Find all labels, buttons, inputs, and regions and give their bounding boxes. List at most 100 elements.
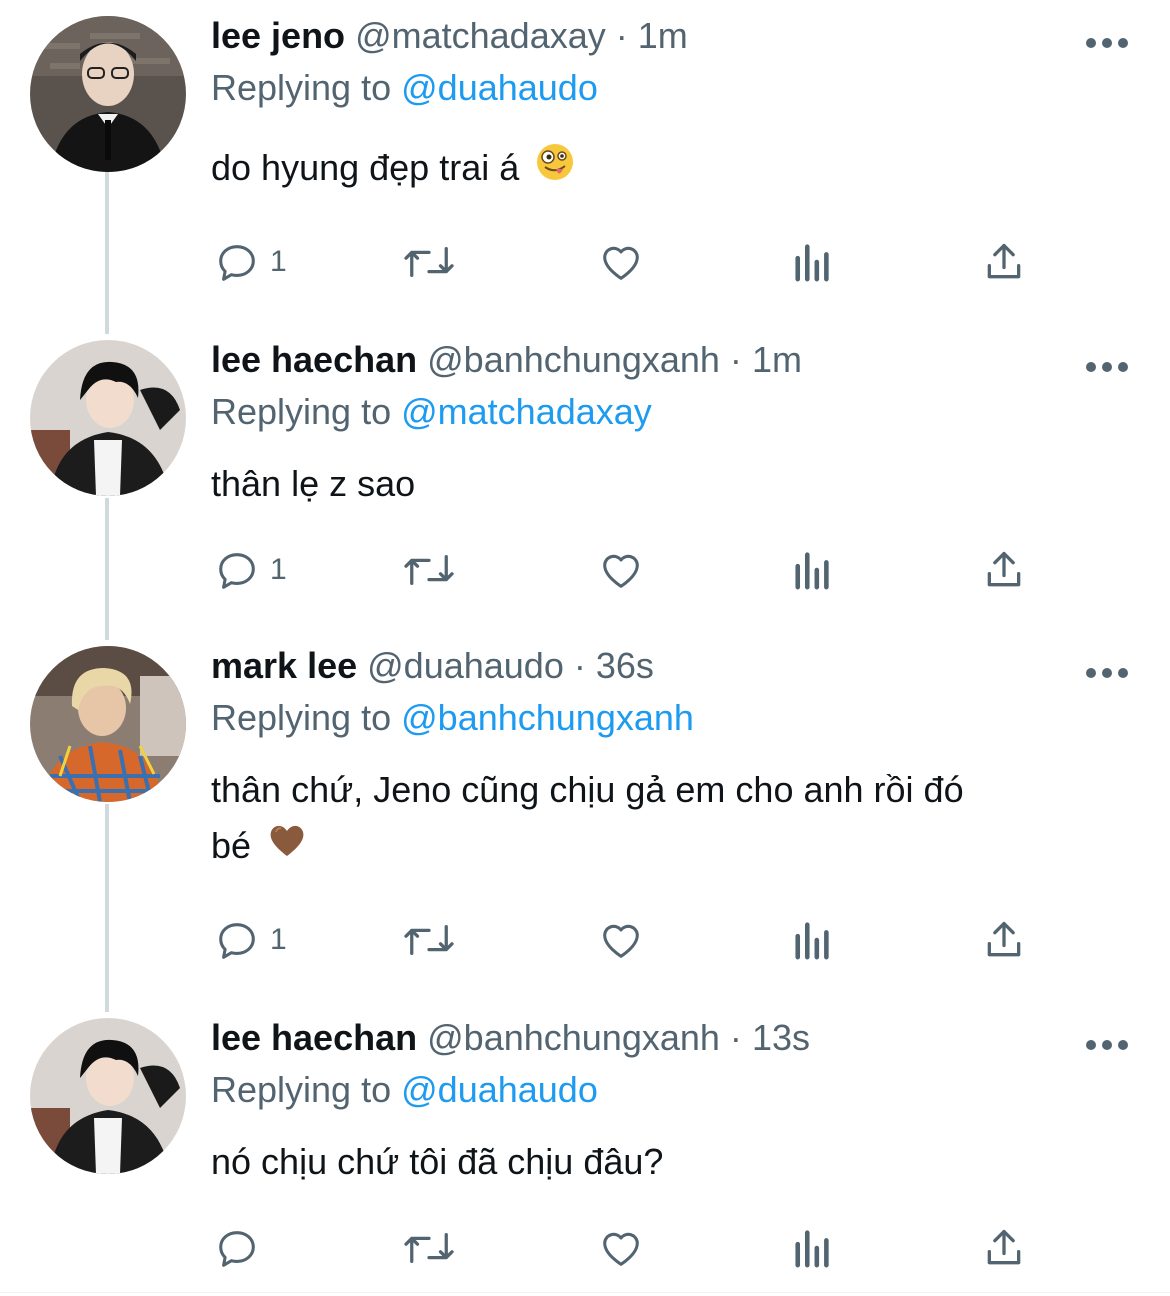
- replying-prefix: Replying to: [211, 391, 392, 432]
- avatar[interactable]: [30, 340, 186, 496]
- like-icon: [603, 554, 639, 588]
- like-button[interactable]: [597, 1218, 645, 1278]
- tweet-text-content: nó chịu chứ tôi đã chịu đâu?: [211, 1141, 664, 1182]
- tweet-header: lee jeno @matchadaxay · 1m: [211, 14, 688, 58]
- tweet-actions: 1: [0, 540, 1170, 600]
- tweet-actions: [0, 1218, 1170, 1278]
- share-button[interactable]: [982, 232, 1026, 292]
- views-icon: [795, 1230, 829, 1268]
- reply-to-handle[interactable]: @duahaudo: [401, 1069, 598, 1110]
- avatar-image: [30, 646, 186, 802]
- tweet-text-line: bé: [211, 818, 1111, 876]
- retweet-button[interactable]: [402, 1218, 456, 1278]
- tweet-header: lee haechan @banhchungxanh · 13s: [211, 1016, 810, 1060]
- reply-icon: [219, 923, 255, 959]
- retweet-icon: [404, 554, 454, 586]
- reply-icon: [219, 553, 255, 589]
- reply-count: 1: [270, 245, 287, 278]
- retweet-button[interactable]: [402, 232, 456, 292]
- user-handle[interactable]: @matchadaxay: [355, 15, 606, 56]
- like-button[interactable]: [597, 232, 645, 292]
- reply-button[interactable]: 1: [214, 540, 287, 600]
- share-button[interactable]: [982, 540, 1026, 600]
- separator-dot: ·: [729, 1017, 742, 1058]
- more-icon[interactable]: [1086, 1040, 1128, 1052]
- reply-icon: [219, 1231, 255, 1267]
- share-icon: [987, 551, 1021, 587]
- timestamp[interactable]: 36s: [596, 645, 654, 686]
- retweet-icon: [404, 924, 454, 956]
- views-icon: [795, 922, 829, 960]
- timestamp[interactable]: 1m: [752, 339, 802, 380]
- share-icon: [987, 243, 1021, 279]
- more-icon[interactable]: [1086, 38, 1128, 50]
- replying-to: Replying to @duahaudo: [211, 66, 598, 110]
- replying-prefix: Replying to: [211, 697, 392, 738]
- more-icon[interactable]: [1086, 668, 1128, 680]
- views-button[interactable]: [792, 540, 834, 600]
- display-name[interactable]: lee jeno: [211, 15, 345, 56]
- tweet-text-line: thân chứ, Jeno cũng chịu gả em cho anh r…: [211, 769, 964, 810]
- avatar[interactable]: [30, 1018, 186, 1174]
- share-button[interactable]: [982, 1218, 1026, 1278]
- replying-to: Replying to @banhchungxanh: [211, 696, 694, 740]
- retweet-icon: [404, 1232, 454, 1264]
- views-icon: [795, 244, 829, 282]
- tweet-text: thân chứ, Jeno cũng chịu gả em cho anh r…: [211, 762, 1111, 876]
- retweet-icon: [404, 246, 454, 278]
- views-button[interactable]: [792, 1218, 834, 1278]
- retweet-button[interactable]: [402, 910, 456, 970]
- tweet-text: do hyung đẹp trai á: [211, 140, 1111, 198]
- replying-prefix: Replying to: [211, 67, 392, 108]
- display-name[interactable]: mark lee: [211, 645, 357, 686]
- retweet-button[interactable]: [402, 540, 456, 600]
- share-button[interactable]: [982, 910, 1026, 970]
- avatar-image: [30, 16, 186, 172]
- like-button[interactable]: [597, 910, 645, 970]
- like-button[interactable]: [597, 540, 645, 600]
- avatar[interactable]: [30, 646, 186, 802]
- tweet-header: lee haechan @banhchungxanh · 1m: [211, 338, 802, 382]
- thread-line: [105, 804, 109, 1012]
- avatar-image: [30, 1018, 186, 1174]
- timestamp[interactable]: 1m: [638, 15, 688, 56]
- reply-to-handle[interactable]: @matchadaxay: [401, 391, 652, 432]
- views-button[interactable]: [792, 910, 834, 970]
- like-icon: [603, 246, 639, 280]
- tweet-text-content: bé: [211, 825, 252, 866]
- reply-to-handle[interactable]: @banhchungxanh: [401, 697, 694, 738]
- divider: [0, 1292, 1170, 1293]
- tweet-text: thân lẹ z sao: [211, 456, 1111, 512]
- reply-to-handle[interactable]: @duahaudo: [401, 67, 598, 108]
- share-icon: [987, 1229, 1021, 1265]
- reply-count: 1: [270, 923, 287, 956]
- like-icon: [603, 924, 639, 958]
- reply-button[interactable]: 1: [214, 232, 287, 292]
- display-name[interactable]: lee haechan: [211, 339, 417, 380]
- reply-button[interactable]: 1: [214, 910, 287, 970]
- brown-heart-emoji: [267, 820, 307, 876]
- share-icon: [987, 921, 1021, 957]
- avatar[interactable]: [30, 16, 186, 172]
- tweet-text-content: do hyung đẹp trai á: [211, 147, 520, 188]
- views-icon: [795, 552, 829, 590]
- user-handle[interactable]: @banhchungxanh: [427, 339, 720, 380]
- timestamp[interactable]: 13s: [752, 1017, 810, 1058]
- like-icon: [603, 1232, 639, 1266]
- separator-dot: ·: [729, 339, 742, 380]
- tweet-actions: 1: [0, 232, 1170, 292]
- more-icon[interactable]: [1086, 362, 1128, 374]
- reply-button[interactable]: [214, 1218, 270, 1278]
- separator-dot: ·: [615, 15, 628, 56]
- display-name[interactable]: lee haechan: [211, 1017, 417, 1058]
- user-handle[interactable]: @duahaudo: [367, 645, 564, 686]
- avatar-image: [30, 340, 186, 496]
- replying-prefix: Replying to: [211, 1069, 392, 1110]
- separator-dot: ·: [573, 645, 586, 686]
- user-handle[interactable]: @banhchungxanh: [427, 1017, 720, 1058]
- views-button[interactable]: [792, 232, 834, 292]
- replying-to: Replying to @matchadaxay: [211, 390, 652, 434]
- tweet-header: mark lee @duahaudo · 36s: [211, 644, 654, 688]
- replying-to: Replying to @duahaudo: [211, 1068, 598, 1112]
- tweet-text: nó chịu chứ tôi đã chịu đâu?: [211, 1134, 1111, 1190]
